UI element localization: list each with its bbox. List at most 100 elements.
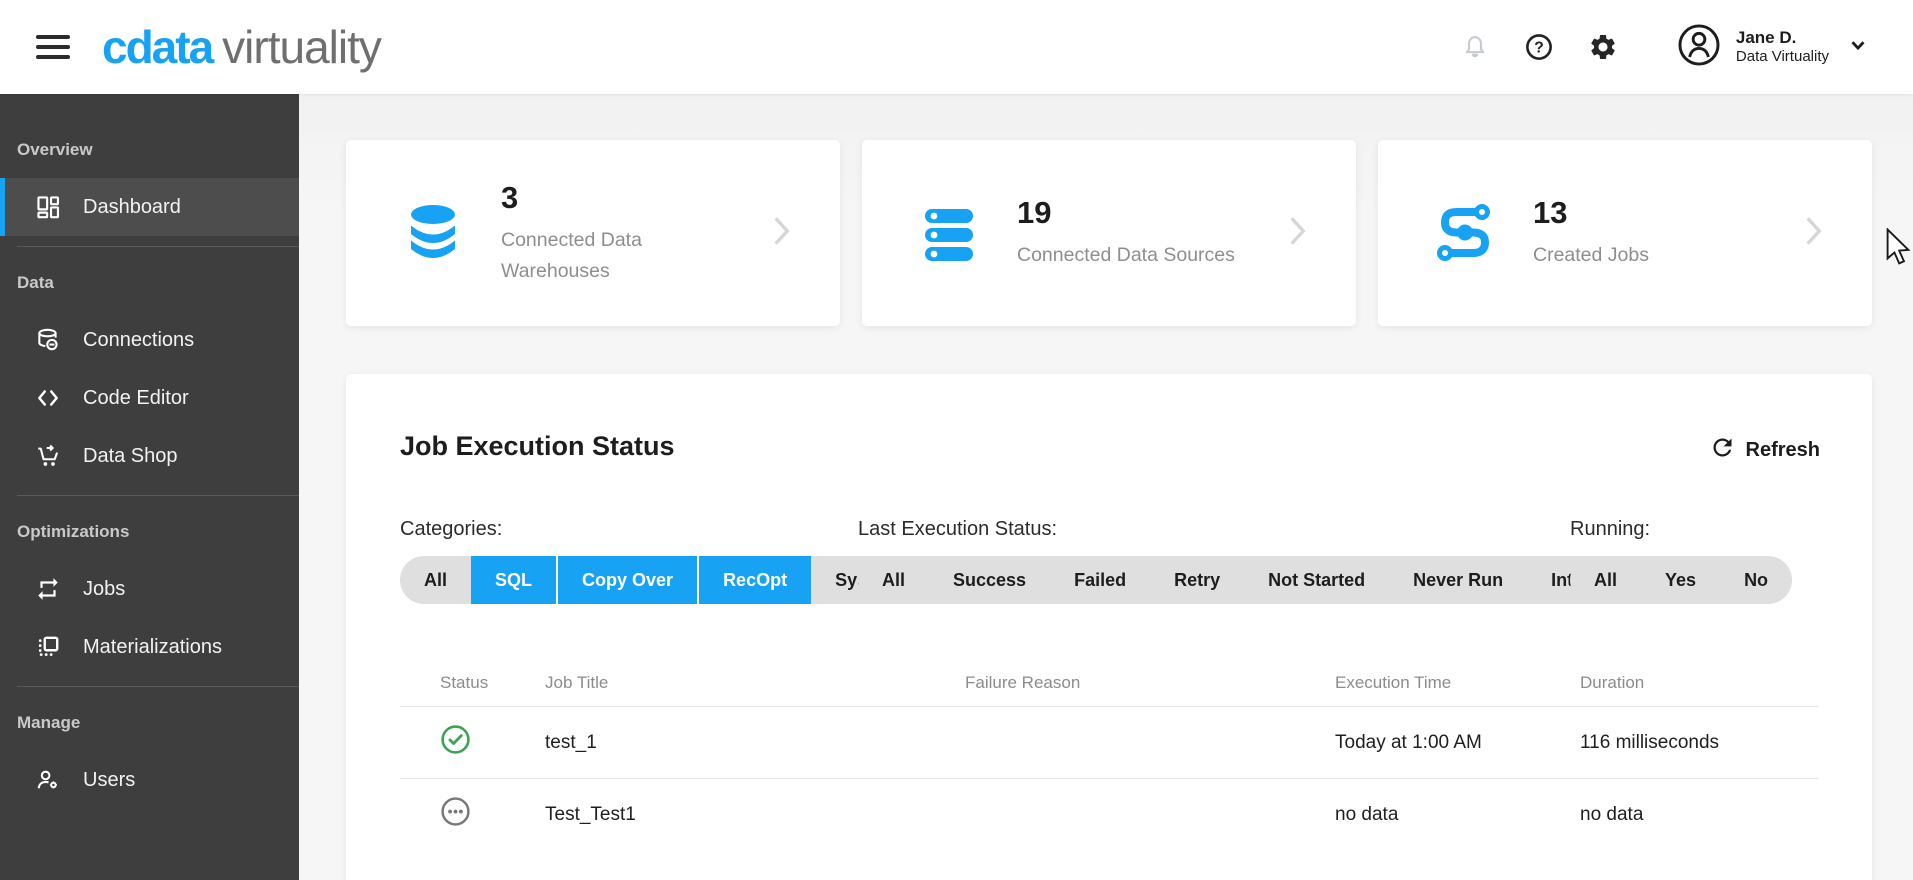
app-logo: cdata virtuality: [102, 20, 382, 74]
card-text: 19 Connected Data Sources: [1017, 195, 1235, 270]
filters-row: Categories: All SQL Copy Over RecOpt Sys…: [400, 518, 1818, 604]
svg-text:?: ?: [1534, 39, 1544, 56]
filter-option-no[interactable]: No: [1720, 556, 1792, 604]
column-header-job-title: Job Title: [545, 673, 609, 692]
filter-option-recopt[interactable]: RecOpt: [697, 556, 812, 604]
sidebar-section-data: Data: [17, 273, 54, 292]
filter-option-failed[interactable]: Failed: [1050, 556, 1150, 604]
filter-option-copy-over[interactable]: Copy Over: [556, 556, 698, 604]
sidebar-item-connections[interactable]: Connections: [0, 311, 299, 369]
card-value: 13: [1533, 195, 1568, 231]
sidebar-item-label: Connections: [83, 328, 195, 351]
sidebar-section-optimizations: Optimizations: [17, 522, 130, 541]
card-label: Connected Data Warehouses: [501, 229, 642, 282]
table-row[interactable]: Test_Test1 no data no data: [400, 778, 1818, 850]
sidebar-section-overview: Overview: [17, 140, 93, 159]
stat-cards-row: 3 Connected Data Warehouses 19 Connected…: [346, 140, 1872, 326]
sidebar-item-data-shop[interactable]: Data Shop: [0, 427, 299, 485]
chevron-right-icon[interactable]: [1792, 210, 1834, 257]
execution-time-cell: no data: [1335, 803, 1399, 825]
user-info: Jane D. Data Virtuality: [1736, 28, 1829, 66]
filter-option-retry[interactable]: Retry: [1150, 556, 1244, 604]
sidebar-item-dashboard[interactable]: Dashboard: [0, 178, 299, 236]
card-label: Connected Data Sources: [1017, 244, 1235, 267]
job-title-cell: Test_Test1: [545, 803, 636, 825]
filter-label: Running:: [1570, 518, 1651, 540]
duration-cell: no data: [1580, 803, 1644, 825]
cart-icon: [35, 443, 61, 469]
column-header-execution-time: Execution Time: [1335, 673, 1452, 692]
sidebar-item-label: Materializations: [83, 635, 222, 658]
card-text: 13 Created Jobs: [1533, 195, 1649, 270]
last-execution-status-segmented-control: All Success Failed Retry Not Started Nev…: [858, 556, 1671, 604]
database-icon: [401, 201, 465, 265]
card-label: Created Jobs: [1533, 244, 1649, 267]
sidebar-item-label: Dashboard: [83, 195, 181, 218]
sidebar-item-materializations[interactable]: Materializations: [0, 618, 299, 676]
sidebar-item-users[interactable]: Users: [0, 751, 299, 809]
refresh-icon: [1709, 434, 1736, 467]
chevron-down-icon[interactable]: [1847, 34, 1869, 61]
chevron-right-icon[interactable]: [1276, 210, 1318, 257]
job-title-cell: test_1: [545, 731, 597, 753]
main-content: 3 Connected Data Warehouses 19 Connected…: [299, 94, 1913, 880]
sidebar-item-code-editor[interactable]: Code Editor: [0, 369, 299, 427]
column-header-status: Status: [440, 673, 489, 692]
filter-group-last-execution-status: Last Execution Status: All Success Faile…: [858, 518, 1671, 604]
filter-option-not-started[interactable]: Not Started: [1244, 556, 1389, 604]
filter-option-yes[interactable]: Yes: [1641, 556, 1720, 604]
running-segmented-control: All Yes No: [1570, 556, 1793, 604]
settings-gear-icon[interactable]: [1588, 32, 1618, 62]
column-header-failure-reason: Failure Reason: [965, 673, 1081, 692]
materialization-icon: [35, 634, 61, 660]
repeat-icon: [35, 576, 61, 602]
card-created-jobs[interactable]: 13 Created Jobs: [1378, 140, 1872, 326]
dashboard-icon: [35, 194, 61, 220]
no-data-ellipsis-icon: [440, 796, 471, 833]
categories-segmented-control: All SQL Copy Over RecOpt System: [400, 556, 924, 604]
filter-option-all[interactable]: All: [858, 556, 929, 604]
table-row[interactable]: test_1 Today at 1:00 AM 116 milliseconds: [400, 706, 1818, 778]
duration-cell: 116 milliseconds: [1580, 731, 1720, 753]
logo-cdata: cdata: [102, 21, 214, 73]
card-connected-data-warehouses[interactable]: 3 Connected Data Warehouses: [346, 140, 840, 326]
filter-group-categories: Categories: All SQL Copy Over RecOpt Sys…: [400, 518, 924, 604]
user-organization: Data Virtuality: [1735, 48, 1829, 66]
user-gear-icon: [35, 767, 61, 793]
filter-option-all[interactable]: All: [1570, 556, 1641, 604]
filter-option-never-run[interactable]: Never Run: [1389, 556, 1527, 604]
avatar-icon: [1676, 22, 1722, 73]
data-sources-icon: [917, 201, 981, 265]
sidebar-item-label: Users: [83, 768, 136, 791]
card-connected-data-sources[interactable]: 19 Connected Data Sources: [862, 140, 1356, 326]
hamburger-menu-icon[interactable]: [36, 35, 70, 59]
filter-option-sql[interactable]: SQL: [471, 556, 557, 604]
sidebar-item-label: Jobs: [83, 577, 126, 600]
panel-title: Job Execution Status: [400, 431, 675, 461]
app-window: cdata virtuality ? Jane D. Data Virtuali…: [0, 0, 1913, 880]
filter-group-running: Running: All Yes No: [1570, 518, 1793, 604]
card-text: 3 Connected Data Warehouses: [501, 180, 736, 285]
sidebar-item-jobs[interactable]: Jobs: [0, 560, 299, 618]
connections-icon: [35, 327, 61, 353]
code-icon: [35, 385, 61, 411]
header-actions: ? Jane D. Data Virtuality: [1460, 22, 1869, 73]
sidebar-item-label: Code Editor: [83, 386, 189, 409]
card-value: 19: [1017, 195, 1052, 231]
notifications-bell-icon[interactable]: [1460, 32, 1490, 62]
jobs-table: Status Job Title Failure Reason Executio…: [400, 660, 1818, 850]
help-icon[interactable]: ?: [1524, 32, 1554, 62]
user-menu[interactable]: Jane D. Data Virtuality: [1676, 22, 1869, 73]
card-value: 3: [501, 180, 519, 216]
user-name: Jane D.: [1735, 27, 1797, 47]
filter-option-success[interactable]: Success: [929, 556, 1050, 604]
execution-time-cell: Today at 1:00 AM: [1335, 731, 1482, 753]
chevron-right-icon[interactable]: [760, 210, 802, 257]
filter-label: Categories:: [400, 518, 503, 540]
success-check-icon: [440, 724, 471, 761]
sidebar-item-label: Data Shop: [83, 444, 178, 467]
filter-option-all[interactable]: All: [400, 556, 471, 604]
refresh-button[interactable]: Refresh: [1709, 434, 1820, 467]
status-cell: [440, 796, 545, 833]
refresh-label: Refresh: [1745, 439, 1820, 461]
